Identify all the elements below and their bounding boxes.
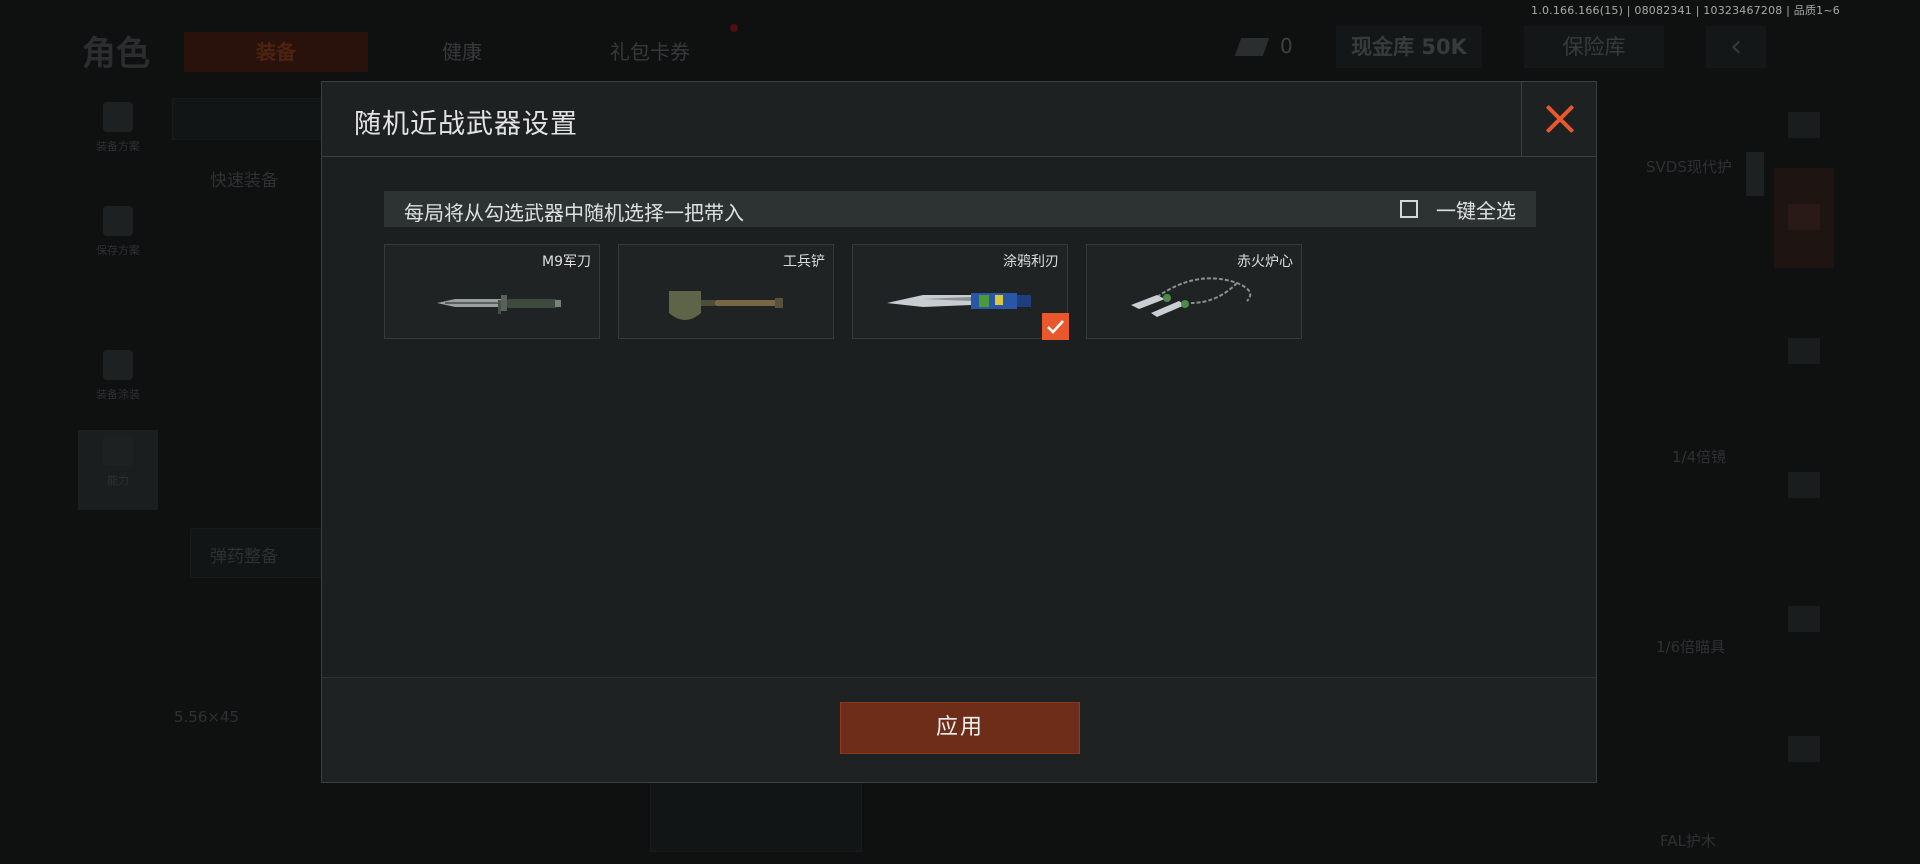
weapon-name: 赤火炉心 [1237,254,1293,270]
weapon-name: 工兵铲 [783,254,825,270]
m9-knife-image [437,295,561,314]
fire-heart-image [1131,277,1252,317]
weapon-checked-mark[interactable] [1042,313,1069,340]
graffiti-blade-image [887,293,1031,309]
dialog-header: 随机近战武器设置 [322,82,1596,157]
select-all-label: 一键全选 [1436,198,1516,223]
weapon-card-fire-heart[interactable]: 赤火炉心 [1086,244,1302,339]
weapon-card-m9[interactable]: M9军刀 [384,244,600,339]
weapon-card-graffiti-blade[interactable]: 涂鸦利刃 [852,244,1069,340]
select-all-checkbox[interactable] [1400,200,1418,218]
close-icon[interactable] [1521,82,1596,156]
info-text: 每局将从勾选武器中随机选择一把带入 [404,201,744,225]
shovel-image [669,291,783,320]
weapon-name: M9军刀 [542,254,591,270]
dialog-footer: 应用 [322,677,1596,782]
weapon-card-shovel[interactable]: 工兵铲 [618,244,834,339]
info-bar: 每局将从勾选武器中随机选择一把带入 一键全选 [384,191,1536,227]
select-all-toggle[interactable]: 一键全选 [1400,195,1516,223]
dialog-title: 随机近战武器设置 [354,109,578,140]
checkmark-icon [1047,320,1064,334]
weapon-name: 涂鸦利刃 [1003,254,1059,270]
apply-button[interactable]: 应用 [840,702,1080,754]
random-melee-settings-dialog: 随机近战武器设置 每局将从勾选武器中随机选择一把带入 一键全选 M9军刀 工兵铲 [321,81,1597,783]
